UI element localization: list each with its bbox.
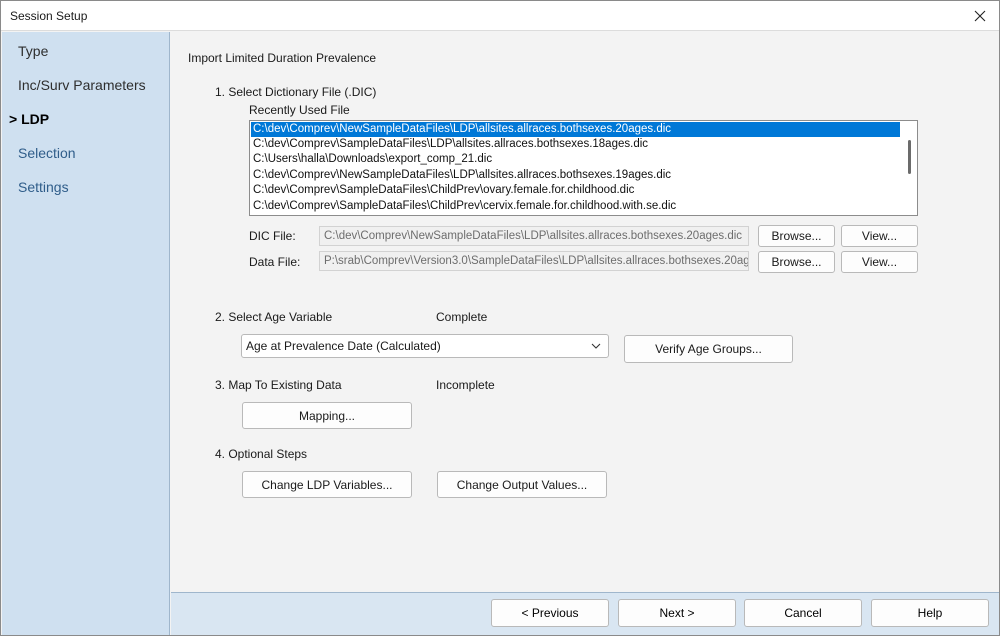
dic-file-field[interactable]: C:\dev\Comprev\NewSampleDataFiles\LDP\al… — [319, 226, 749, 246]
step2-label: 2. Select Age Variable — [215, 310, 333, 324]
list-item[interactable]: C:\dev\Comprev\NewSampleDataFiles\LDP\al… — [251, 168, 900, 183]
data-browse-button[interactable]: Browse... — [758, 251, 835, 273]
age-variable-value: Age at Prevalence Date (Calculated) — [246, 339, 441, 353]
dic-file-label: DIC File: — [249, 229, 296, 243]
data-file-label: Data File: — [249, 255, 301, 269]
step4-label: 4. Optional Steps — [215, 447, 308, 461]
list-item[interactable]: C:\Users\halla\Downloads\export_comp_21.… — [251, 152, 900, 167]
change-output-values-button[interactable]: Change Output Values... — [437, 471, 607, 498]
verify-age-groups-button[interactable]: Verify Age Groups... — [624, 335, 793, 363]
close-icon — [974, 10, 986, 21]
list-item[interactable]: C:\dev\Comprev\SampleDataFiles\ChildPrev… — [251, 183, 900, 198]
close-button[interactable] — [963, 1, 997, 30]
dic-view-button[interactable]: View... — [841, 225, 918, 247]
sidebar-item-settings[interactable]: Settings — [18, 179, 69, 195]
mapping-button[interactable]: Mapping... — [242, 402, 412, 429]
recent-files-label: Recently Used File — [249, 103, 350, 117]
help-button[interactable]: Help — [871, 599, 989, 627]
window-title: Session Setup — [10, 9, 88, 23]
sidebar-item-selection[interactable]: Selection — [18, 145, 76, 161]
step3-label: 3. Map To Existing Data — [215, 378, 342, 392]
sidebar-item-inc-surv-parameters[interactable]: Inc/Surv Parameters — [18, 77, 146, 93]
data-file-field[interactable]: P:\srab\Comprev\Version3.0\SampleDataFil… — [319, 251, 749, 271]
change-ldp-variables-button[interactable]: Change LDP Variables... — [242, 471, 412, 498]
list-item[interactable]: C:\dev\Comprev\SampleDataFiles\ChildPrev… — [251, 199, 900, 214]
scrollbar-thumb[interactable] — [908, 140, 911, 174]
data-view-button[interactable]: View... — [841, 251, 918, 273]
cancel-button[interactable]: Cancel — [744, 599, 862, 627]
list-scrollbar[interactable] — [902, 122, 916, 214]
sidebar-item-type[interactable]: Type — [18, 43, 48, 59]
list-item[interactable]: C:\dev\Comprev\SampleDataFiles\LDP\allsi… — [251, 137, 900, 152]
dic-browse-button[interactable]: Browse... — [758, 225, 835, 247]
chevron-down-icon — [591, 343, 601, 349]
step2-status: Complete — [436, 310, 488, 324]
title-bar: Session Setup — [1, 1, 999, 31]
sidebar-item-ldp[interactable]: > LDP — [9, 111, 49, 127]
age-variable-select[interactable]: Age at Prevalence Date (Calculated) — [241, 334, 609, 358]
next-button[interactable]: Next > — [618, 599, 736, 627]
sidebar: Type Inc/Surv Parameters > LDP Selection… — [2, 32, 170, 635]
page-title: Import Limited Duration Prevalence — [188, 51, 377, 65]
step3-status: Incomplete — [436, 378, 495, 392]
previous-button[interactable]: < Previous — [491, 599, 609, 627]
step1-label: 1. Select Dictionary File (.DIC) — [215, 85, 377, 99]
recent-files-list[interactable]: C:\dev\Comprev\NewSampleDataFiles\LDP\al… — [249, 120, 918, 216]
session-setup-window: Session Setup Type Inc/Surv Parameters >… — [0, 0, 1000, 636]
list-item[interactable]: C:\dev\Comprev\NewSampleDataFiles\LDP\al… — [251, 122, 900, 137]
